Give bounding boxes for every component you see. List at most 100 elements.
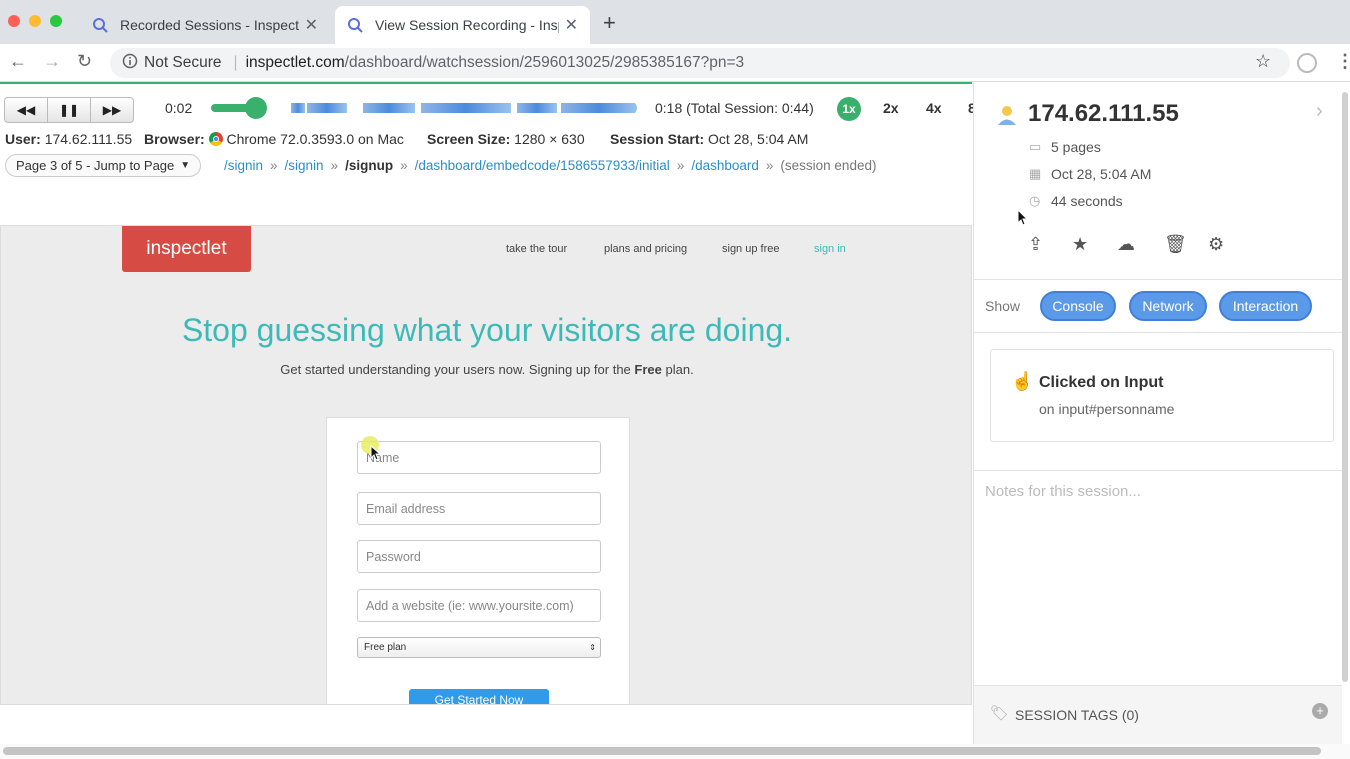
pointer-hand-icon: ☝ bbox=[1011, 371, 1034, 391]
monitor-icon: ▭ bbox=[1029, 139, 1042, 154]
profile-avatar[interactable] bbox=[1297, 53, 1317, 73]
breadcrumb-page[interactable]: /dashboard/embedcode/1586557933/initial bbox=[415, 158, 670, 173]
session-date: ▦ Oct 28, 5:04 AM bbox=[1029, 166, 1152, 182]
current-time: 0:02 bbox=[165, 100, 193, 116]
close-window-button[interactable] bbox=[8, 15, 20, 27]
user-info: User: 174.62.111.55 bbox=[5, 131, 133, 147]
speed-4x-button[interactable]: 4x bbox=[926, 100, 942, 116]
session-tags-label: SESSION TAGS (0) bbox=[1015, 707, 1139, 723]
replay-nav-link: sign up free bbox=[722, 243, 780, 255]
back-icon[interactable]: ← bbox=[9, 51, 27, 72]
new-tab-button[interactable]: + bbox=[603, 10, 616, 36]
replay-subtitle: Get started understanding your users now… bbox=[280, 362, 694, 377]
scrollbar-thumb[interactable] bbox=[1342, 92, 1348, 682]
mouse-cursor-icon bbox=[1017, 209, 1029, 226]
event-title: Clicked on Input bbox=[1039, 374, 1164, 391]
breadcrumb-end: (session ended) bbox=[780, 158, 877, 173]
breadcrumb-page[interactable]: /dashboard bbox=[691, 158, 759, 173]
share-icon[interactable]: ⇪ bbox=[1028, 234, 1043, 255]
close-tab-icon[interactable]: ✕ bbox=[305, 15, 318, 35]
pause-button[interactable]: ❚❚ bbox=[47, 97, 91, 123]
replay-submit-button: Get Started Now bbox=[409, 689, 549, 704]
minimize-window-button[interactable] bbox=[29, 15, 41, 27]
filter-console-button[interactable]: Console bbox=[1040, 291, 1116, 321]
trash-icon[interactable]: 🗑 bbox=[1164, 234, 1187, 255]
browser-info: Browser: Chrome 72.0.3593.0 on Mac bbox=[144, 131, 404, 147]
calendar-icon: ▦ bbox=[1029, 166, 1042, 181]
replay-password-field: Password bbox=[357, 540, 601, 573]
replay-nav-link: sign in bbox=[814, 243, 846, 255]
breadcrumb-page[interactable]: /signin bbox=[224, 158, 263, 173]
session-player: ◀◀ ❚❚ ▶▶ 0:02 0:18 (Total Session: 0:44)… bbox=[0, 82, 976, 186]
show-label: Show bbox=[985, 298, 1021, 314]
filter-network-button[interactable]: Network bbox=[1129, 291, 1207, 321]
clock-icon: ◷ bbox=[1029, 193, 1041, 208]
session-duration: ◷ 44 seconds bbox=[1029, 193, 1123, 209]
url-field[interactable]: Not Secure | inspectlet.com/dashboard/wa… bbox=[110, 48, 1290, 78]
tab-title: View Session Recording - Inspectlet bbox=[375, 17, 559, 33]
filter-interaction-button[interactable]: Interaction bbox=[1219, 291, 1312, 321]
session-notes-field[interactable]: Notes for this session... bbox=[985, 483, 1141, 500]
end-time: 0:18 (Total Session: 0:44) bbox=[655, 100, 814, 116]
page-breadcrumb: /signin»/signin»/signup»/dashboard/embed… bbox=[224, 158, 877, 173]
breadcrumb-page[interactable]: /signin bbox=[285, 158, 324, 173]
forward-icon[interactable]: → bbox=[43, 51, 61, 72]
replay-email-field: Email address bbox=[357, 492, 601, 525]
speed-1x-button[interactable]: 1x bbox=[837, 97, 861, 121]
jump-to-page-select[interactable]: Page 3 of 5 - Jump to Page ▼ bbox=[5, 154, 202, 177]
session-tags-bar[interactable]: 🏷 SESSION TAGS (0) + bbox=[974, 685, 1342, 744]
screen-size-info: Screen Size: 1280 × 630 bbox=[427, 131, 585, 147]
fast-forward-button[interactable]: ▶▶ bbox=[90, 97, 134, 123]
add-tag-icon[interactable]: + bbox=[1312, 703, 1328, 719]
session-sidebar: 174.62.111.55 › ▭ 5 pages ▦ Oct 28, 5:04 A… bbox=[973, 82, 1350, 744]
pages-count: ▭ 5 pages bbox=[1029, 139, 1101, 155]
download-icon[interactable]: ☁ bbox=[1117, 234, 1135, 255]
bookmark-star-icon[interactable]: ☆ bbox=[1255, 51, 1271, 72]
replay-website-field: Add a website (ie: www.yoursite.com) bbox=[357, 589, 601, 622]
menu-dots-icon[interactable]: ⋮ bbox=[1336, 51, 1350, 72]
tab-title: Recorded Sessions - Inspectlet bbox=[120, 17, 299, 33]
replay-headline: Stop guessing what your visitors are doi… bbox=[181, 312, 793, 348]
address-bar: ← → ↻ Not Secure | inspectlet.com/dashbo… bbox=[0, 44, 1350, 82]
event-detail: on input#personname bbox=[1039, 401, 1175, 417]
user-icon bbox=[998, 106, 1016, 125]
session-start-info: Session Start: Oct 28, 5:04 AM bbox=[610, 131, 809, 147]
chrome-icon bbox=[208, 132, 223, 146]
gear-icon[interactable]: ⚙ bbox=[1208, 234, 1224, 255]
security-label: Not Secure bbox=[144, 54, 222, 71]
scrollbar-thumb[interactable] bbox=[3, 747, 1321, 755]
rewind-button[interactable]: ◀◀ bbox=[4, 97, 48, 123]
horizontal-scrollbar[interactable] bbox=[0, 744, 1350, 759]
playback-timeline[interactable] bbox=[211, 101, 637, 115]
tag-icon: 🏷 bbox=[990, 705, 1010, 722]
search-icon bbox=[92, 17, 112, 33]
event-card[interactable]: ☝ Clicked on Input on input#personname bbox=[990, 349, 1334, 442]
replay-plan-select: Free plan ⇕ bbox=[357, 637, 601, 658]
replay-cursor-icon bbox=[370, 445, 382, 461]
search-icon bbox=[347, 17, 367, 33]
played-progress bbox=[211, 104, 249, 112]
tab-view-session-recording[interactable]: View Session Recording - Inspectlet ✕ bbox=[335, 6, 590, 44]
replay-viewport: inspectlet take the tour plans and prici… bbox=[0, 225, 972, 705]
replay-logo: inspectlet bbox=[122, 226, 251, 272]
info-icon[interactable] bbox=[122, 53, 138, 74]
close-tab-icon[interactable]: ✕ bbox=[565, 15, 578, 35]
maximize-window-button[interactable] bbox=[50, 15, 62, 27]
replay-nav-link: plans and pricing bbox=[604, 243, 688, 255]
url-host: inspectlet.com bbox=[245, 54, 345, 71]
replay-name-field: Name bbox=[357, 441, 601, 474]
sidebar-scrollbar[interactable] bbox=[1340, 82, 1350, 687]
reload-icon[interactable]: ↻ bbox=[77, 51, 92, 72]
tab-recorded-sessions[interactable]: Recorded Sessions - Inspectlet ✕ bbox=[80, 6, 330, 44]
select-arrows-icon: ⇕ bbox=[589, 643, 596, 652]
browser-tab-strip: Recorded Sessions - Inspectlet ✕ View Se… bbox=[0, 0, 1350, 44]
url-path: /dashboard/watchsession/2596013025/29853… bbox=[344, 54, 745, 71]
caret-down-icon: ▼ bbox=[180, 160, 191, 171]
chevron-right-icon[interactable]: › bbox=[1316, 100, 1323, 123]
star-icon[interactable]: ★ bbox=[1072, 234, 1088, 255]
speed-2x-button[interactable]: 2x bbox=[883, 100, 899, 116]
timeline-scrubber-handle[interactable] bbox=[245, 97, 267, 119]
visitor-ip: 174.62.111.55 bbox=[1028, 100, 1179, 127]
breadcrumb-current-page: /signup bbox=[345, 158, 394, 173]
replay-nav-link: take the tour bbox=[506, 243, 568, 255]
